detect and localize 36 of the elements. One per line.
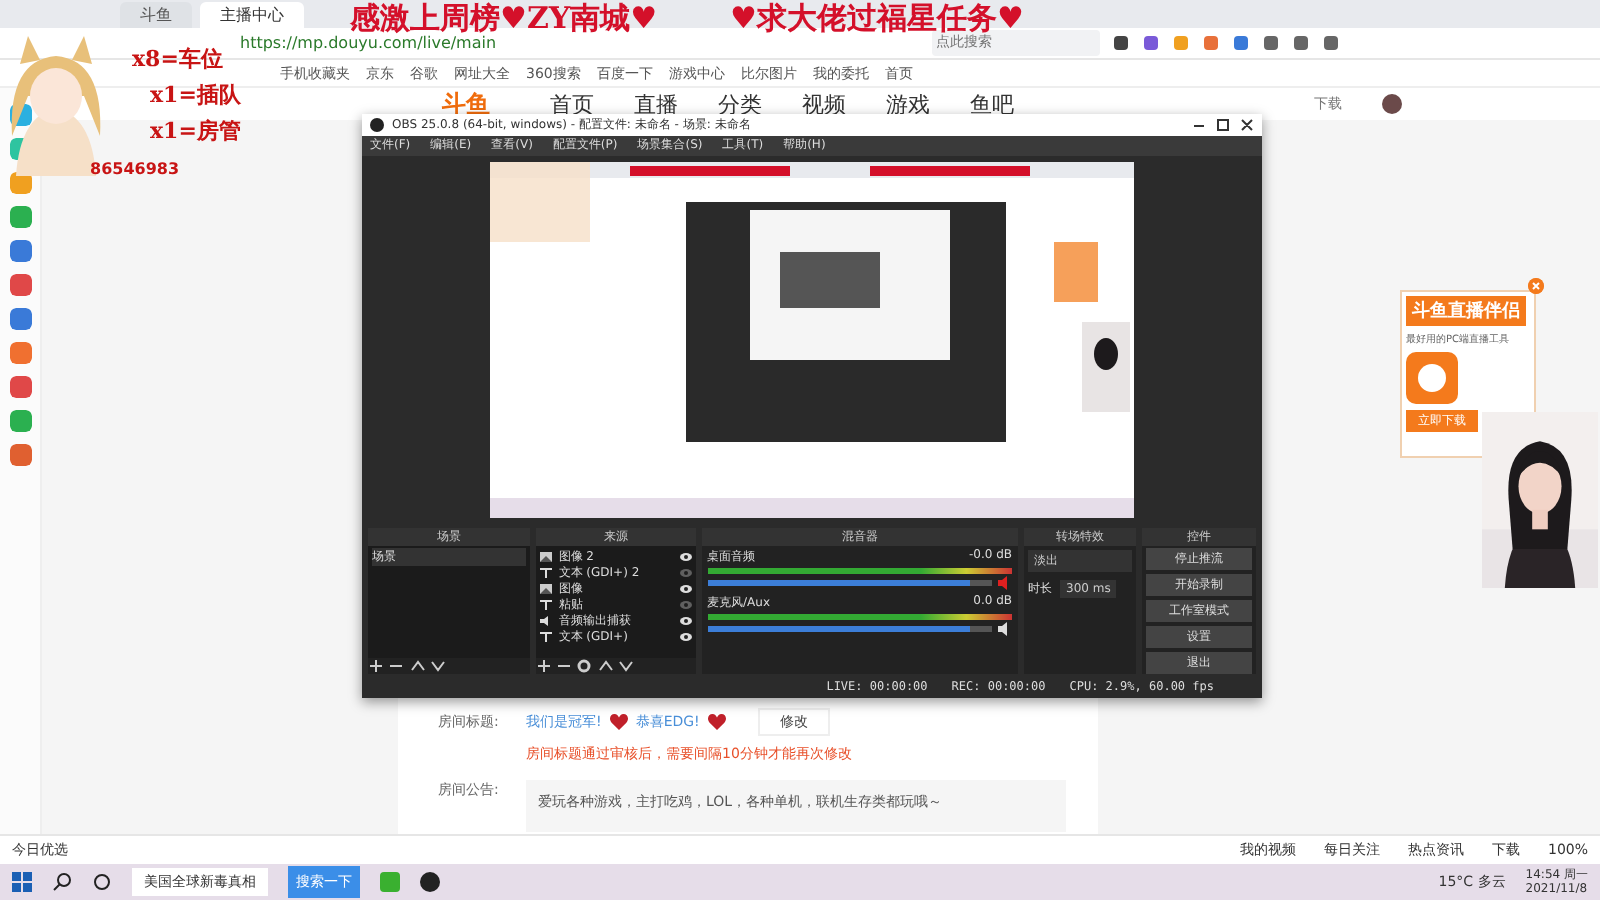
browser-tab[interactable]: 主播中心	[200, 2, 304, 28]
windows-start-icon[interactable]	[12, 872, 32, 892]
circle-icon[interactable]	[92, 872, 112, 892]
overlay-caption: 感激上周榜♥ZY南城♥	[350, 0, 658, 36]
avatar-icon[interactable]	[1382, 94, 1402, 114]
image-icon	[540, 551, 553, 562]
text-icon	[540, 631, 553, 642]
ad-title: 斗鱼直播伴侣	[1406, 296, 1526, 326]
eye-icon[interactable]	[679, 631, 692, 642]
text-icon	[540, 599, 553, 610]
room-id: 86546983	[90, 160, 180, 178]
image-icon	[540, 583, 553, 594]
nav-link[interactable]: 鱼吧	[970, 89, 1014, 119]
list-controls-drawing[interactable]	[536, 658, 637, 675]
eye-icon[interactable]	[679, 583, 692, 594]
search-icon[interactable]	[52, 872, 72, 892]
address-bar[interactable]: https://mp.douyu.com/live/main	[220, 34, 880, 52]
overlay-label: x8=车位	[132, 44, 223, 74]
nav-link[interactable]: 直播	[634, 89, 678, 119]
overlay-label: x1=插队	[150, 80, 241, 110]
speaker-icon	[540, 615, 553, 626]
eye-icon[interactable]	[679, 551, 692, 562]
overlay-label: x1=房管	[150, 116, 241, 146]
heart-icon	[609, 714, 628, 730]
heart-icon	[707, 714, 726, 730]
nav-link[interactable]: 分类	[718, 89, 762, 119]
list-controls-drawing[interactable]	[368, 658, 448, 675]
nav-link[interactable]: 首页	[550, 89, 594, 119]
window-controls-drawing[interactable]	[1194, 117, 1254, 132]
nav-link[interactable]: 游戏	[886, 89, 930, 119]
overlay-caption: ♥求大佬过福星任务♥	[730, 0, 1024, 36]
text-icon	[540, 567, 553, 578]
nav-link[interactable]: 视频	[802, 89, 846, 119]
eye-icon[interactable]	[679, 615, 692, 626]
browser-tab[interactable]: 斗鱼	[120, 2, 192, 28]
obs-logo-icon	[370, 117, 384, 132]
